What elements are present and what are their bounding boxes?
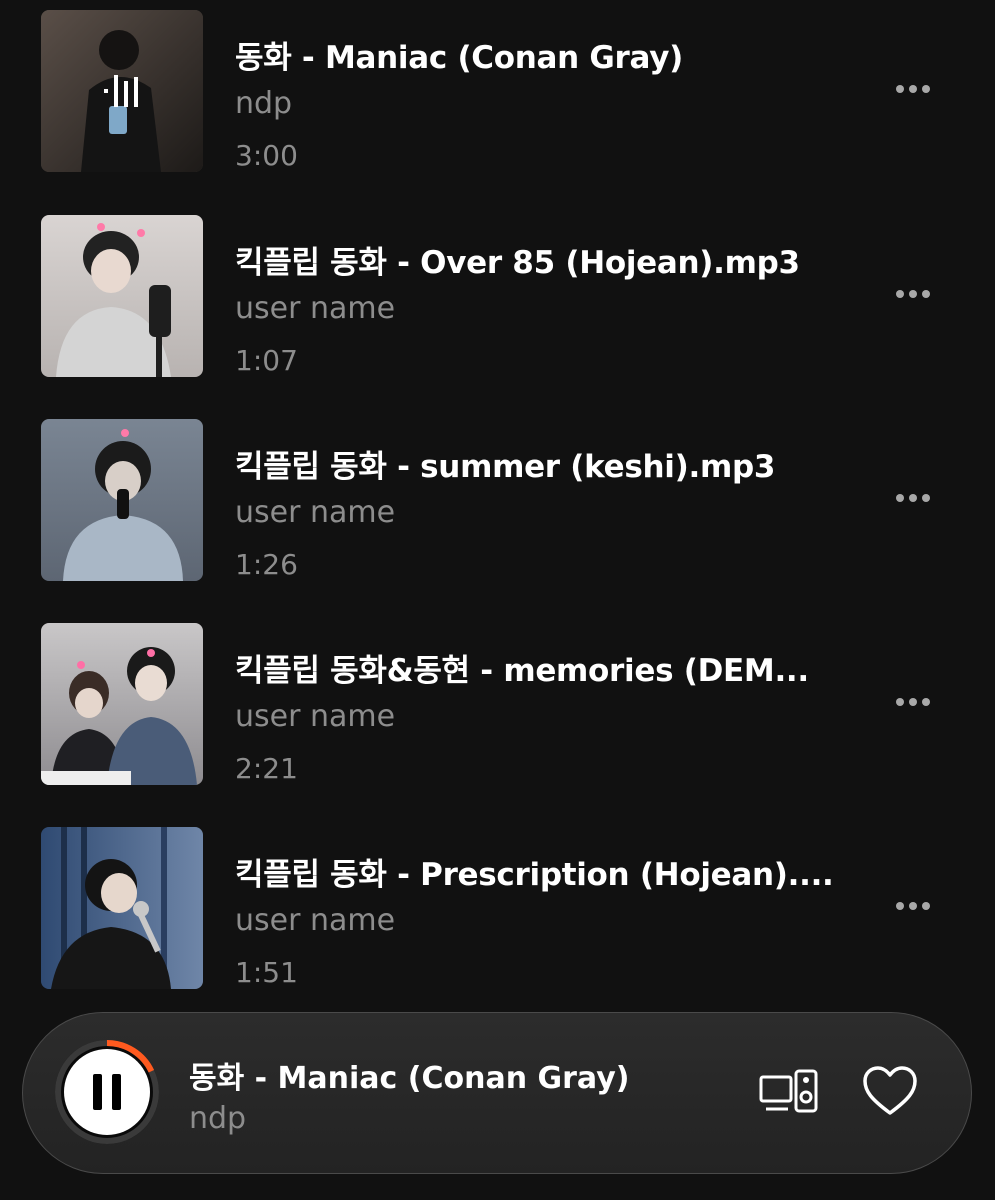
more-options-button[interactable] (888, 483, 938, 513)
more-horizontal-icon (896, 698, 930, 706)
track-artwork (41, 623, 203, 785)
track-title: 킥플립 동화&동현 - memories (DEM... (235, 653, 809, 689)
track-title: 동화 - Maniac (Conan Gray) (235, 40, 683, 76)
like-button[interactable] (861, 1065, 919, 1119)
track-artwork (41, 419, 203, 581)
track-title: 킥플립 동화 - Prescription (Hojean).... (235, 857, 834, 893)
track-artist: ndp (235, 86, 293, 121)
more-horizontal-icon (896, 494, 930, 502)
track-row[interactable]: 킥플립 동화 - Prescription (Hojean).... user … (0, 827, 995, 991)
more-options-button[interactable] (888, 279, 938, 309)
track-artwork (41, 827, 203, 989)
play-pause-button[interactable] (51, 1036, 163, 1148)
heart-outline-icon (863, 1066, 917, 1115)
connect-device-icon (759, 1069, 818, 1113)
more-horizontal-icon (896, 290, 930, 298)
now-playing-artist: ndp (189, 1101, 247, 1136)
track-artist: user name (235, 699, 396, 734)
track-artist: user name (235, 291, 396, 326)
more-options-button[interactable] (888, 74, 938, 104)
now-playing-equalizer-icon (41, 10, 203, 172)
track-title: 킥플립 동화 - Over 85 (Hojean).mp3 (235, 245, 800, 281)
track-row[interactable]: 동화 - Maniac (Conan Gray) ndp 3:00 (0, 10, 995, 174)
more-horizontal-icon (896, 85, 930, 93)
track-row[interactable]: 킥플립 동화 - Over 85 (Hojean).mp3 user name … (0, 215, 995, 379)
track-row[interactable]: 킥플립 동화 - summer (keshi).mp3 user name 1:… (0, 419, 995, 583)
mini-player[interactable]: 동화 - Maniac (Conan Gray) ndp (22, 1012, 972, 1174)
track-row[interactable]: 킥플립 동화&동현 - memories (DEM... user name 2… (0, 623, 995, 787)
track-duration: 3:00 (235, 139, 298, 172)
track-artwork (41, 215, 203, 377)
now-playing-title: 동화 - Maniac (Conan Gray) (189, 1061, 630, 1096)
more-horizontal-icon (896, 902, 930, 910)
track-duration: 1:07 (235, 344, 298, 377)
more-options-button[interactable] (888, 891, 938, 921)
track-artist: user name (235, 495, 396, 530)
track-duration: 1:26 (235, 548, 298, 581)
track-artist: user name (235, 903, 396, 938)
track-artwork (41, 10, 203, 172)
track-duration: 2:21 (235, 752, 298, 785)
track-duration: 1:51 (235, 956, 298, 989)
playback-progress-ring (55, 1040, 159, 1144)
track-title: 킥플립 동화 - summer (keshi).mp3 (235, 449, 776, 485)
more-options-button[interactable] (888, 687, 938, 717)
connect-device-button[interactable] (758, 1068, 820, 1118)
